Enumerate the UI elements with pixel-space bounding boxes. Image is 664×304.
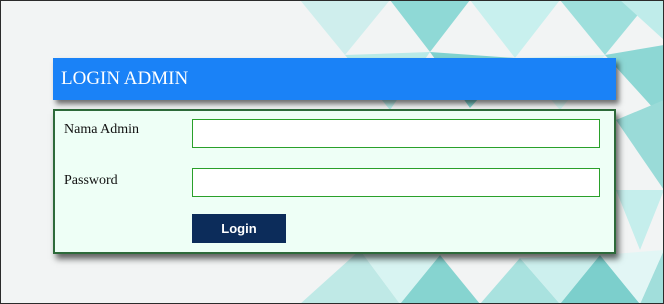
login-button[interactable]: Login (192, 214, 286, 243)
username-label: Nama Admin (64, 122, 140, 137)
password-field[interactable] (192, 168, 600, 197)
login-form: Nama Admin Password Login (53, 109, 616, 254)
username-field[interactable] (192, 119, 600, 148)
login-header: LOGIN ADMIN (53, 58, 616, 100)
login-page: LOGIN ADMIN Nama Admin Password Login (0, 0, 664, 304)
password-label: Password (64, 173, 118, 188)
